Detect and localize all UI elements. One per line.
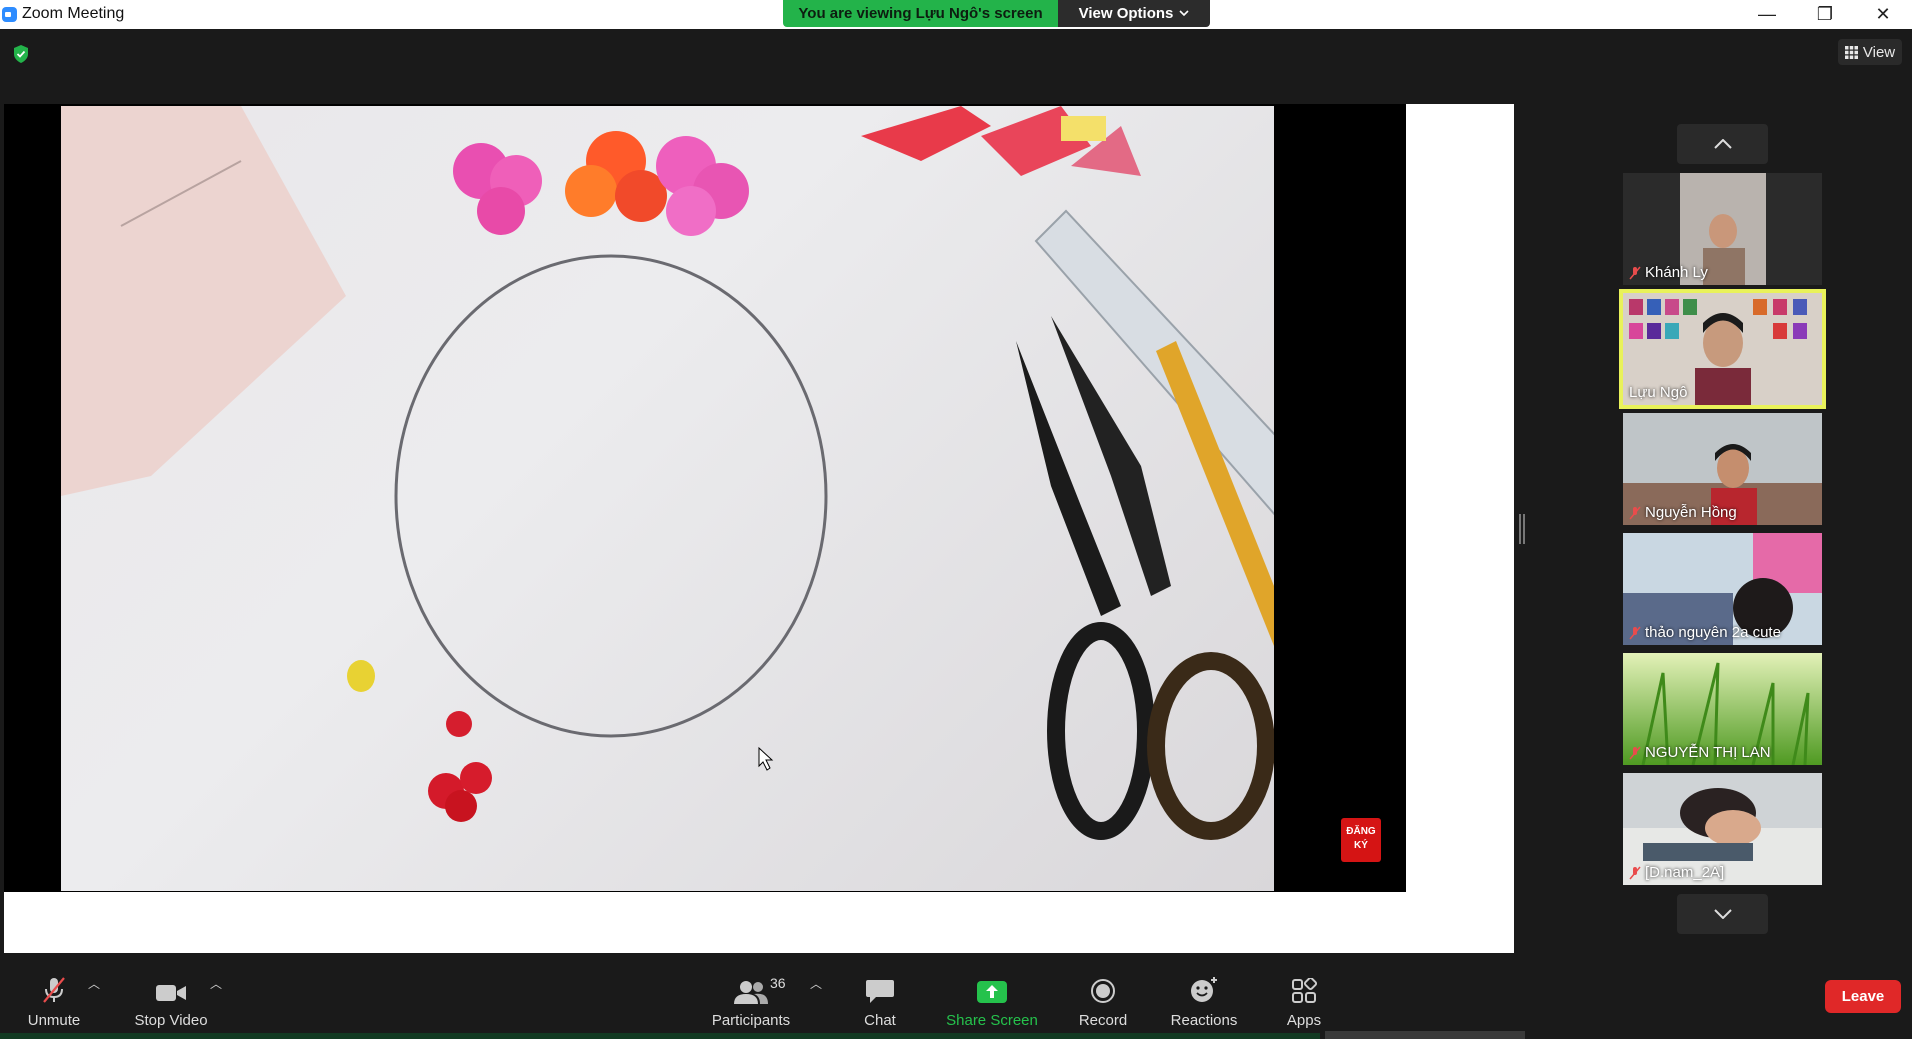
- grid-icon: [1844, 45, 1858, 59]
- taskbar-edge: [0, 1033, 1320, 1039]
- window-title: Zoom Meeting: [22, 5, 125, 22]
- apps-button[interactable]: Apps: [1284, 963, 1324, 1029]
- chevron-down-icon: [1713, 909, 1732, 919]
- muted-mic-icon: [1629, 506, 1641, 519]
- participant-name: thảo nguyên 2a cute: [1645, 624, 1781, 641]
- video-camera-icon: [156, 985, 186, 1001]
- chat-button[interactable]: Chat: [860, 963, 900, 1029]
- record-icon: [1091, 979, 1115, 1003]
- gallery-scroll-down-button[interactable]: [1677, 894, 1768, 934]
- participant-tile[interactable]: [D.nam_2A]: [1623, 773, 1822, 885]
- participant-name: NGUYỄN THỊ LAN: [1645, 744, 1771, 761]
- share-screen-icon: [977, 981, 1007, 1003]
- share-screen-label: Share Screen: [946, 1012, 1038, 1029]
- horizontal-scrollbar[interactable]: [1325, 1031, 1525, 1039]
- participants-button[interactable]: Participants: [708, 963, 794, 1029]
- mic-muted-icon: [43, 977, 65, 1003]
- zoom-app-icon: [2, 7, 17, 22]
- craft-scene-image: [61, 106, 1274, 840]
- stop-video-label: Stop Video: [134, 1012, 208, 1029]
- chevron-up-icon: [1713, 139, 1732, 149]
- participant-name: Lựu Ngô: [1629, 384, 1688, 401]
- audio-options-caret-icon[interactable]: ︿: [88, 975, 100, 992]
- maximize-button[interactable]: ❐: [1796, 0, 1854, 29]
- stop-video-button[interactable]: Stop Video: [128, 963, 214, 1029]
- participants-label: Participants: [711, 1012, 791, 1029]
- apps-label: Apps: [1286, 1012, 1322, 1029]
- participant-tile[interactable]: NGUYỄN THỊ LAN: [1623, 653, 1822, 765]
- muted-mic-icon: [1629, 866, 1641, 879]
- record-label: Record: [1078, 1012, 1128, 1029]
- participant-name: Khánh Ly: [1645, 264, 1708, 281]
- participant-tile[interactable]: thảo nguyên 2a cute: [1623, 533, 1822, 645]
- encryption-shield-icon[interactable]: [13, 45, 29, 63]
- participant-tile[interactable]: Nguyễn Hồng: [1623, 413, 1822, 525]
- meeting-controls-toolbar: Unmute ︿ Stop Video ︿ Participants 36 ︿ …: [0, 955, 1912, 1039]
- smiley-reaction-icon: [1191, 977, 1217, 1002]
- shared-video-content: [61, 106, 1274, 891]
- reactions-label: Reactions: [1170, 1012, 1238, 1029]
- participant-tile-active-speaker[interactable]: Lựu Ngô: [1619, 289, 1826, 409]
- apps-icon: [1292, 978, 1317, 1003]
- gallery-view-button[interactable]: View: [1838, 39, 1902, 65]
- view-options-label: View Options: [1078, 5, 1174, 22]
- participants-count: 36: [770, 975, 786, 991]
- minimize-button[interactable]: —: [1738, 0, 1796, 29]
- participants-icon: [734, 981, 768, 1004]
- unmute-label: Unmute: [27, 1012, 81, 1029]
- share-screen-button[interactable]: Share Screen: [946, 963, 1038, 1029]
- reactions-button[interactable]: Reactions: [1166, 963, 1242, 1029]
- gallery-scroll-up-button[interactable]: [1677, 124, 1768, 164]
- chat-label: Chat: [864, 1012, 896, 1029]
- unmute-button[interactable]: Unmute: [24, 963, 84, 1029]
- chat-bubble-icon: [866, 980, 894, 1003]
- participant-name: Nguyễn Hồng: [1645, 504, 1737, 521]
- participant-name: [D.nam_2A]: [1645, 864, 1725, 881]
- subscribe-badge: ĐĂNG KÝ: [1341, 818, 1381, 862]
- muted-mic-icon: [1629, 266, 1641, 279]
- panel-resize-handle[interactable]: [1519, 514, 1525, 544]
- muted-mic-icon: [1629, 746, 1641, 759]
- leave-meeting-button[interactable]: Leave: [1825, 980, 1901, 1013]
- record-button[interactable]: Record: [1078, 963, 1128, 1029]
- muted-mic-icon: [1629, 626, 1641, 639]
- close-window-button[interactable]: ✕: [1854, 0, 1912, 29]
- view-options-button[interactable]: View Options: [1058, 0, 1210, 27]
- participants-options-caret-icon[interactable]: ︿: [810, 975, 822, 992]
- video-options-caret-icon[interactable]: ︿: [210, 975, 222, 992]
- participant-tile[interactable]: Khánh Ly: [1623, 173, 1822, 285]
- view-button-label: View: [1862, 43, 1896, 61]
- chevron-down-icon: [1179, 10, 1189, 17]
- viewing-screen-banner: You are viewing Lựu Ngô's screen: [783, 0, 1058, 27]
